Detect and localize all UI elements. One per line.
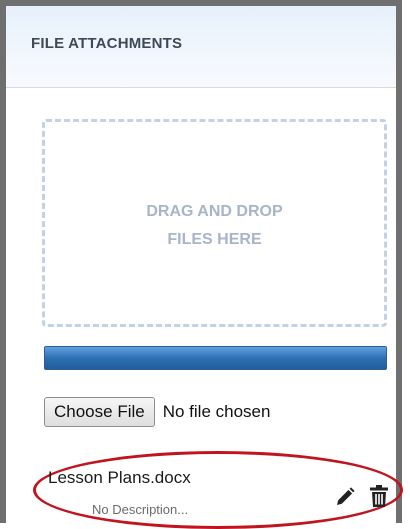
drop-zone-line-2: FILES HERE xyxy=(167,231,262,248)
panel-header: FILE ATTACHMENTS xyxy=(6,6,396,88)
file-input-row: Choose File No file chosen xyxy=(44,397,270,427)
panel-title: FILE ATTACHMENTS xyxy=(31,35,183,52)
drag-drop-zone[interactable]: DRAG AND DROP FILES HERE xyxy=(42,119,387,327)
file-attachments-panel: FILE ATTACHMENTS DRAG AND DROP FILES HER… xyxy=(0,0,403,529)
upload-progress-bar xyxy=(44,346,387,370)
drop-zone-text: DRAG AND DROP FILES HERE xyxy=(45,198,384,254)
trash-icon[interactable] xyxy=(370,485,388,507)
upload-progress-fill xyxy=(45,347,386,369)
attachment-file-name[interactable]: Lesson Plans.docx xyxy=(48,468,191,488)
drop-zone-line-1: DRAG AND DROP xyxy=(146,203,283,220)
attachment-description[interactable]: No Description... xyxy=(92,502,188,517)
attachment-item: Lesson Plans.docx No Description... xyxy=(33,451,403,529)
file-chosen-status: No file chosen xyxy=(162,402,271,421)
choose-file-button[interactable]: Choose File xyxy=(44,397,155,427)
pencil-icon[interactable] xyxy=(335,487,355,507)
